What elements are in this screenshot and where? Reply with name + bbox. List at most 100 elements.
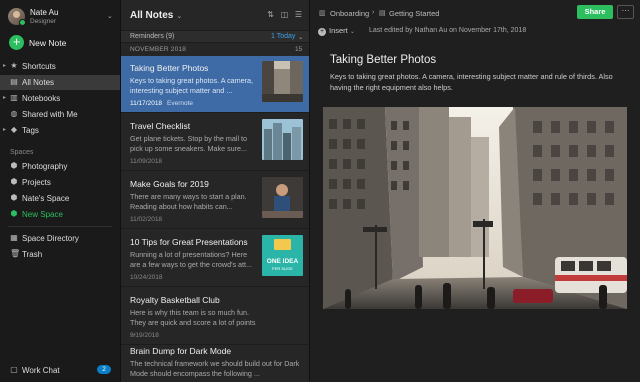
breadcrumb-notebook[interactable]: Onboarding: [330, 9, 369, 18]
note-date: 11/02/2018: [130, 216, 163, 223]
note-snippet: Running a lot of presentations? Here are…: [130, 250, 253, 269]
sort-icon[interactable]: ⇅: [266, 10, 275, 19]
note-title: Make Goals for 2019: [130, 179, 209, 189]
note-title: Travel Checklist: [130, 121, 191, 131]
sidebar-item-shared-with-me[interactable]: ◍ Shared with Me: [0, 107, 120, 122]
space-icon: ⬢: [10, 193, 18, 202]
note-icon: ▤: [10, 77, 18, 86]
note-body-text[interactable]: Keys to taking great photos. A camera, i…: [330, 71, 630, 93]
month-label: NOVEMBER 2018: [130, 46, 187, 53]
note-date: 11/17/2018: [130, 100, 163, 107]
note-snippet: Get plane tickets. Stop by the mall to p…: [130, 134, 248, 153]
view-toggle-icon[interactable]: ◫: [280, 10, 289, 19]
sidebar-item-all-notes[interactable]: ▤ All Notes: [0, 75, 120, 90]
note-date: 9/19/2018: [130, 332, 159, 339]
people-icon: ◍: [10, 109, 18, 118]
more-options-button[interactable]: ···: [617, 5, 634, 19]
insert-button[interactable]: + Insert ⌄: [318, 26, 355, 36]
space-icon: ⬢: [10, 177, 18, 186]
sidebar-item-projects[interactable]: ⬢ Projects: [0, 175, 120, 190]
notebook-icon: ▥: [10, 93, 18, 102]
filter-icon[interactable]: ☰: [294, 10, 303, 19]
note-editor: ▥ Onboarding › ▤ Getting Started Share ·…: [310, 0, 640, 382]
thumb-text-line2: PER SLIDE: [272, 266, 293, 271]
sidebar-item-nates-space[interactable]: ⬢ Nate's Space: [0, 191, 120, 206]
note-snippet: Keys to taking great photos. A camera, i…: [130, 76, 254, 95]
note-title: 10 Tips for Great Presentations: [130, 237, 248, 247]
note-card-dark-mode[interactable]: Brain Dump for Dark Mode The technical f…: [121, 339, 309, 382]
sidebar-divider: [8, 226, 112, 227]
space-icon: ⬢: [10, 161, 18, 170]
user-role: Designer: [30, 18, 57, 25]
sidebar-item-tags[interactable]: ▸ ◆ Tags: [0, 123, 120, 138]
chevron-down-icon[interactable]: ⌄: [107, 12, 113, 20]
space-icon: ⬢: [10, 209, 18, 218]
sidebar-item-label: Tags: [22, 126, 39, 135]
note-card-travel-checklist[interactable]: Travel Checklist Get plane tickets. Stop…: [121, 114, 309, 171]
user-menu[interactable]: Nate Au Designer ⌄: [8, 7, 116, 29]
sidebar-item-label: Space Directory: [22, 234, 79, 243]
work-chat-count-badge: 2: [97, 365, 111, 374]
work-chat-button[interactable]: ▢ Work Chat 2: [0, 362, 120, 378]
sidebar-item-label: Notebooks: [22, 94, 61, 103]
sidebar-item-new-space[interactable]: ⬢ New Space: [0, 207, 120, 222]
directory-icon: ▦: [10, 233, 18, 242]
reminders-label: Reminders (9): [130, 33, 175, 40]
list-title-dropdown[interactable]: All Notes ⌄: [130, 10, 182, 21]
sidebar-item-label: Trash: [22, 250, 43, 259]
reminders-bar[interactable]: Reminders (9) 1 Today ⌄: [121, 30, 309, 43]
sidebar-item-label: All Notes: [22, 78, 55, 87]
note-card-make-goals[interactable]: Make Goals for 2019 There are many ways …: [121, 172, 309, 229]
new-note-button[interactable]: + New Note: [9, 35, 109, 51]
chevron-down-icon[interactable]: ⌄: [298, 33, 303, 41]
month-header: NOVEMBER 2018 15: [121, 44, 309, 56]
online-badge-icon: [19, 19, 26, 26]
sidebar: Nate Au Designer ⌄ + New Note ▸ ★ Shortc…: [0, 0, 121, 382]
thumb-text-line1: ONE IDEA: [267, 258, 299, 265]
share-button[interactable]: Share: [577, 5, 613, 19]
last-edited-text: Last edited by Nathan Au on November 17t…: [369, 27, 527, 34]
sidebar-item-shortcuts[interactable]: ▸ ★ Shortcuts: [0, 59, 120, 74]
note-card-taking-better-photos[interactable]: Taking Better Photos Keys to taking grea…: [121, 56, 309, 113]
expand-caret-icon[interactable]: ▸: [3, 94, 6, 101]
note-icon: ▤: [379, 10, 386, 17]
spaces-heading: Spaces: [10, 149, 34, 156]
list-title: All Notes: [130, 10, 174, 21]
note-title: Brain Dump for Dark Mode: [130, 346, 232, 356]
note-snippet: The technical framework we should build …: [130, 359, 300, 378]
note-thumbnail: [262, 177, 303, 218]
sidebar-item-label: Shortcuts: [22, 62, 56, 71]
note-heading[interactable]: Taking Better Photos: [330, 54, 436, 66]
note-thumbnail: [262, 61, 303, 102]
sidebar-item-trash[interactable]: 🗑 Trash: [0, 247, 120, 262]
breadcrumb-note[interactable]: Getting Started: [389, 9, 439, 18]
note-list-panel: All Notes ⌄ ⇅ ◫ ☰ Reminders (9) 1 Today ⌄…: [121, 0, 310, 382]
insert-label: Insert: [329, 26, 348, 35]
tag-icon: ◆: [10, 125, 18, 134]
note-notebook: Evernote: [167, 100, 194, 107]
note-thumbnail: ONE IDEA PER SLIDE: [262, 235, 303, 276]
expand-caret-icon[interactable]: ▸: [3, 62, 6, 69]
note-title: Taking Better Photos: [130, 63, 209, 73]
star-icon: ★: [10, 61, 18, 70]
note-date: 11/09/2018: [130, 158, 163, 165]
chevron-down-icon: ⌄: [349, 29, 355, 35]
expand-caret-icon[interactable]: ▸: [3, 126, 6, 133]
sidebar-item-label: New Space: [22, 210, 63, 219]
sidebar-item-label: Shared with Me: [22, 110, 78, 119]
plus-icon: +: [9, 35, 24, 50]
sidebar-item-label: Photography: [22, 162, 68, 171]
note-card-basketball[interactable]: Royalty Basketball Club Here is why this…: [121, 288, 309, 345]
month-count: 15: [295, 46, 303, 53]
note-thumbnail: [262, 119, 303, 160]
trash-icon: 🗑: [10, 249, 21, 258]
sidebar-item-space-directory[interactable]: ▦ Space Directory: [0, 231, 120, 246]
sidebar-item-photography[interactable]: ⬢ Photography: [0, 159, 120, 174]
note-snippet: There are many ways to start a plan. Rea…: [130, 192, 247, 211]
user-name: Nate Au: [30, 8, 59, 17]
note-title: Royalty Basketball Club: [130, 295, 220, 305]
note-card-presentations[interactable]: 10 Tips for Great Presentations Running …: [121, 230, 309, 287]
sidebar-item-notebooks[interactable]: ▸ ▥ Notebooks: [0, 91, 120, 106]
evernote-app: Nate Au Designer ⌄ + New Note ▸ ★ Shortc…: [0, 0, 640, 382]
sidebar-item-label: Projects: [22, 178, 51, 187]
